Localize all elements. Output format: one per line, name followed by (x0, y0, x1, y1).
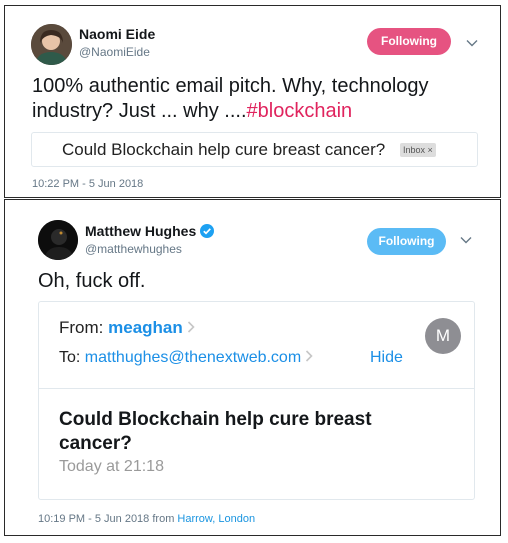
chevron-down-icon[interactable] (460, 236, 472, 244)
location-link[interactable]: Harrow, London (177, 513, 255, 525)
following-button[interactable]: Following (367, 28, 451, 55)
hashtag-link[interactable]: #blockchain (247, 100, 353, 122)
sender-name[interactable]: meaghan (108, 318, 183, 337)
following-button[interactable]: Following (367, 228, 446, 255)
avatar[interactable] (38, 220, 78, 260)
sender-avatar: M (425, 318, 461, 354)
hide-link[interactable]: Hide (370, 349, 403, 367)
from-label: From: (59, 318, 104, 337)
timestamp-text[interactable]: 10:19 PM - 5 Jun 2018 from (38, 513, 177, 525)
user-handle[interactable]: @NaomiEide (79, 45, 150, 59)
tweet-matthew-hughes: Matthew Hughes @matthewhughes Following … (4, 199, 501, 536)
display-name-text: Matthew Hughes (85, 223, 197, 239)
tweet-text-body: 100% authentic email pitch. Why, technol… (32, 75, 429, 122)
tweet-text: Oh, fuck off. (38, 270, 146, 292)
display-name[interactable]: Matthew Hughes (85, 223, 215, 239)
tweet-timestamp[interactable]: 10:22 PM - 5 Jun 2018 (32, 178, 143, 190)
tweet-naomi-eide: Naomi Eide @NaomiEide Following 100% aut… (4, 5, 501, 198)
recipient-address[interactable]: matthughes@thenextweb.com (85, 349, 301, 366)
verified-badge-icon (200, 224, 215, 238)
display-name[interactable]: Naomi Eide (79, 26, 155, 42)
from-row: From: meaghan (59, 318, 195, 338)
chevron-down-icon[interactable] (466, 39, 478, 47)
email-subject: Could Blockchain help cure breast cancer… (59, 409, 372, 454)
to-row: To: matthughes@thenextweb.com (59, 349, 313, 367)
user-handle[interactable]: @matthewhughes (85, 242, 182, 256)
tweet-text: 100% authentic email pitch. Why, technol… (32, 74, 492, 124)
to-label: To: (59, 349, 81, 366)
chevron-right-icon (187, 318, 195, 338)
email-subject: Could Blockchain help cure breast cancer… (62, 140, 386, 159)
inbox-label: Inbox × (400, 143, 436, 157)
email-time: Today at 21:18 (59, 458, 164, 475)
email-preview-card[interactable]: Could Blockchain help cure breast cancer… (31, 132, 478, 167)
chevron-right-icon (305, 349, 313, 367)
email-screenshot-card[interactable]: From: meaghan To: matthughes@thenextweb.… (38, 301, 475, 500)
tweet-timestamp: 10:19 PM - 5 Jun 2018 from Harrow, Londo… (38, 513, 255, 525)
divider (39, 388, 474, 389)
avatar[interactable] (31, 24, 72, 65)
